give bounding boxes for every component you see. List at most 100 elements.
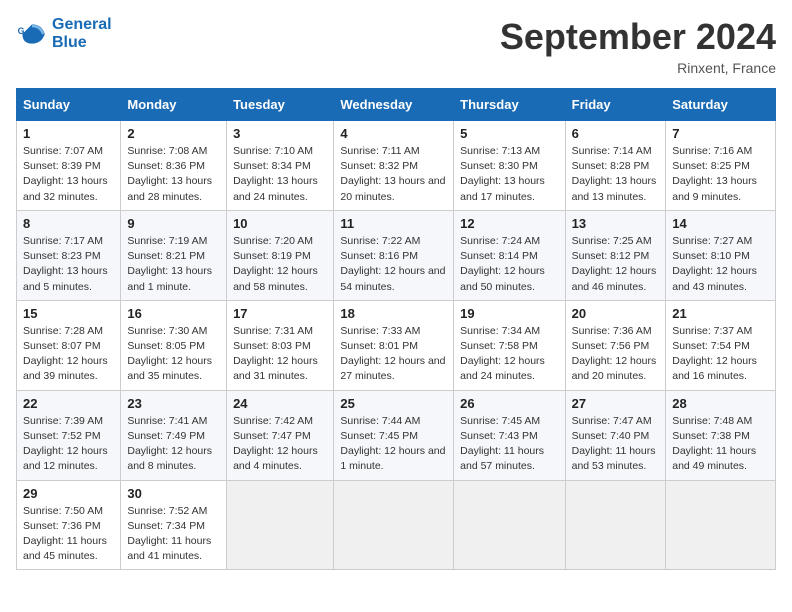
- calendar-cell: 16 Sunrise: 7:30 AMSunset: 8:05 PMDayligh…: [121, 300, 227, 390]
- day-info: Sunrise: 7:47 AMSunset: 7:40 PMDaylight:…: [572, 414, 660, 475]
- day-info: Sunrise: 7:20 AMSunset: 8:19 PMDaylight:…: [233, 234, 327, 295]
- calendar-cell: 26Sunrise: 7:45 AMSunset: 7:43 PMDayligh…: [454, 390, 565, 480]
- day-number: 28: [672, 396, 769, 411]
- day-number: 29: [23, 486, 114, 501]
- calendar-cell: [334, 480, 454, 570]
- day-number: 19: [460, 306, 558, 321]
- calendar-cell: 20 Sunrise: 7:36 AMSunset: 7:56 PMDayligh…: [565, 300, 666, 390]
- day-number: 1: [23, 126, 114, 141]
- day-number: 5: [460, 126, 558, 141]
- day-info: Sunrise: 7:31 AMSunset: 8:03 PMDaylight:…: [233, 324, 327, 385]
- day-info: Sunrise: 7:14 AMSunset: 8:28 PMDaylight:…: [572, 144, 660, 205]
- day-number: 22: [23, 396, 114, 411]
- day-number: 17: [233, 306, 327, 321]
- day-number: 16: [127, 306, 220, 321]
- day-info: Sunrise: 7:13 AMSunset: 8:30 PMDaylight:…: [460, 144, 558, 205]
- day-info: Sunrise: 7:24 AMSunset: 8:14 PMDaylight:…: [460, 234, 558, 295]
- day-number: 10: [233, 216, 327, 231]
- calendar-cell: [565, 480, 666, 570]
- day-info: Sunrise: 7:39 AMSunset: 7:52 PMDaylight:…: [23, 414, 114, 475]
- day-info: Sunrise: 7:34 AMSunset: 7:58 PMDaylight:…: [460, 324, 558, 385]
- day-number: 24: [233, 396, 327, 411]
- header-monday: Monday: [121, 89, 227, 121]
- day-number: 13: [572, 216, 660, 231]
- day-number: 6: [572, 126, 660, 141]
- day-info: Sunrise: 7:41 AMSunset: 7:49 PMDaylight:…: [127, 414, 220, 475]
- calendar-cell: 24 Sunrise: 7:42 AMSunset: 7:47 PMDayligh…: [227, 390, 334, 480]
- header-saturday: Saturday: [666, 89, 776, 121]
- day-info: Sunrise: 7:30 AMSunset: 8:05 PMDaylight:…: [127, 324, 220, 385]
- header-tuesday: Tuesday: [227, 89, 334, 121]
- day-number: 30: [127, 486, 220, 501]
- title-block: September 2024 Rinxent, France: [500, 16, 776, 76]
- logo-text: General Blue: [52, 16, 112, 51]
- day-number: 27: [572, 396, 660, 411]
- day-number: 26: [460, 396, 558, 411]
- calendar-cell: 3 Sunrise: 7:10 AMSunset: 8:34 PMDaylight…: [227, 121, 334, 211]
- day-info: Sunrise: 7:27 AMSunset: 8:10 PMDaylight:…: [672, 234, 769, 295]
- calendar-week-row: 29Sunrise: 7:50 AMSunset: 7:36 PMDayligh…: [17, 480, 776, 570]
- header-wednesday: Wednesday: [334, 89, 454, 121]
- calendar-cell: 12 Sunrise: 7:24 AMSunset: 8:14 PMDayligh…: [454, 210, 565, 300]
- day-number: 12: [460, 216, 558, 231]
- calendar-cell: 25 Sunrise: 7:44 AMSunset: 7:45 PMDayligh…: [334, 390, 454, 480]
- calendar-cell: 27 Sunrise: 7:47 AMSunset: 7:40 PMDayligh…: [565, 390, 666, 480]
- calendar-week-row: 8Sunrise: 7:17 AMSunset: 8:23 PMDaylight…: [17, 210, 776, 300]
- calendar-cell: 13 Sunrise: 7:25 AMSunset: 8:12 PMDayligh…: [565, 210, 666, 300]
- day-number: 18: [340, 306, 447, 321]
- day-info: Sunrise: 7:19 AMSunset: 8:21 PMDaylight:…: [127, 234, 220, 295]
- day-info: Sunrise: 7:37 AMSunset: 7:54 PMDaylight:…: [672, 324, 769, 385]
- calendar-cell: 9 Sunrise: 7:19 AMSunset: 8:21 PMDaylight…: [121, 210, 227, 300]
- day-number: 4: [340, 126, 447, 141]
- calendar-cell: 11Sunrise: 7:22 AMSunset: 8:16 PMDayligh…: [334, 210, 454, 300]
- calendar-cell: [454, 480, 565, 570]
- calendar-cell: 5 Sunrise: 7:13 AMSunset: 8:30 PMDaylight…: [454, 121, 565, 211]
- day-number: 14: [672, 216, 769, 231]
- day-number: 3: [233, 126, 327, 141]
- day-number: 20: [572, 306, 660, 321]
- page-header: G General Blue September 2024 Rinxent, F…: [16, 16, 776, 76]
- calendar-week-row: 15Sunrise: 7:28 AMSunset: 8:07 PMDayligh…: [17, 300, 776, 390]
- calendar-cell: 18 Sunrise: 7:33 AMSunset: 8:01 PMDayligh…: [334, 300, 454, 390]
- day-number: 7: [672, 126, 769, 141]
- calendar-cell: 4Sunrise: 7:11 AMSunset: 8:32 PMDaylight…: [334, 121, 454, 211]
- logo: G General Blue: [16, 16, 112, 51]
- svg-text:G: G: [18, 26, 25, 36]
- logo-icon: G: [16, 18, 48, 50]
- day-info: Sunrise: 7:52 AMSunset: 7:34 PMDaylight:…: [127, 504, 220, 565]
- calendar-header-row: SundayMondayTuesdayWednesdayThursdayFrid…: [17, 89, 776, 121]
- calendar-cell: 19 Sunrise: 7:34 AMSunset: 7:58 PMDayligh…: [454, 300, 565, 390]
- header-sunday: Sunday: [17, 89, 121, 121]
- calendar-table: SundayMondayTuesdayWednesdayThursdayFrid…: [16, 88, 776, 570]
- calendar-cell: 6 Sunrise: 7:14 AMSunset: 8:28 PMDaylight…: [565, 121, 666, 211]
- calendar-cell: 7 Sunrise: 7:16 AMSunset: 8:25 PMDaylight…: [666, 121, 776, 211]
- day-info: Sunrise: 7:07 AMSunset: 8:39 PMDaylight:…: [23, 144, 114, 205]
- calendar-week-row: 1 Sunrise: 7:07 AMSunset: 8:39 PMDaylight…: [17, 121, 776, 211]
- day-info: Sunrise: 7:16 AMSunset: 8:25 PMDaylight:…: [672, 144, 769, 205]
- calendar-cell: 30 Sunrise: 7:52 AMSunset: 7:34 PMDayligh…: [121, 480, 227, 570]
- location: Rinxent, France: [500, 60, 776, 76]
- day-info: Sunrise: 7:17 AMSunset: 8:23 PMDaylight:…: [23, 234, 114, 295]
- day-info: Sunrise: 7:33 AMSunset: 8:01 PMDaylight:…: [340, 324, 447, 385]
- day-info: Sunrise: 7:08 AMSunset: 8:36 PMDaylight:…: [127, 144, 220, 205]
- day-number: 9: [127, 216, 220, 231]
- day-number: 2: [127, 126, 220, 141]
- calendar-cell: 15Sunrise: 7:28 AMSunset: 8:07 PMDayligh…: [17, 300, 121, 390]
- day-info: Sunrise: 7:25 AMSunset: 8:12 PMDaylight:…: [572, 234, 660, 295]
- calendar-cell: 2 Sunrise: 7:08 AMSunset: 8:36 PMDaylight…: [121, 121, 227, 211]
- day-number: 21: [672, 306, 769, 321]
- calendar-cell: 14 Sunrise: 7:27 AMSunset: 8:10 PMDayligh…: [666, 210, 776, 300]
- day-info: Sunrise: 7:42 AMSunset: 7:47 PMDaylight:…: [233, 414, 327, 475]
- header-thursday: Thursday: [454, 89, 565, 121]
- calendar-cell: [227, 480, 334, 570]
- calendar-cell: 1 Sunrise: 7:07 AMSunset: 8:39 PMDaylight…: [17, 121, 121, 211]
- day-info: Sunrise: 7:28 AMSunset: 8:07 PMDaylight:…: [23, 324, 114, 385]
- day-number: 25: [340, 396, 447, 411]
- day-info: Sunrise: 7:44 AMSunset: 7:45 PMDaylight:…: [340, 414, 447, 475]
- header-friday: Friday: [565, 89, 666, 121]
- calendar-cell: 29Sunrise: 7:50 AMSunset: 7:36 PMDayligh…: [17, 480, 121, 570]
- day-info: Sunrise: 7:10 AMSunset: 8:34 PMDaylight:…: [233, 144, 327, 205]
- calendar-cell: 23Sunrise: 7:41 AMSunset: 7:49 PMDayligh…: [121, 390, 227, 480]
- day-info: Sunrise: 7:36 AMSunset: 7:56 PMDaylight:…: [572, 324, 660, 385]
- calendar-cell: 10 Sunrise: 7:20 AMSunset: 8:19 PMDayligh…: [227, 210, 334, 300]
